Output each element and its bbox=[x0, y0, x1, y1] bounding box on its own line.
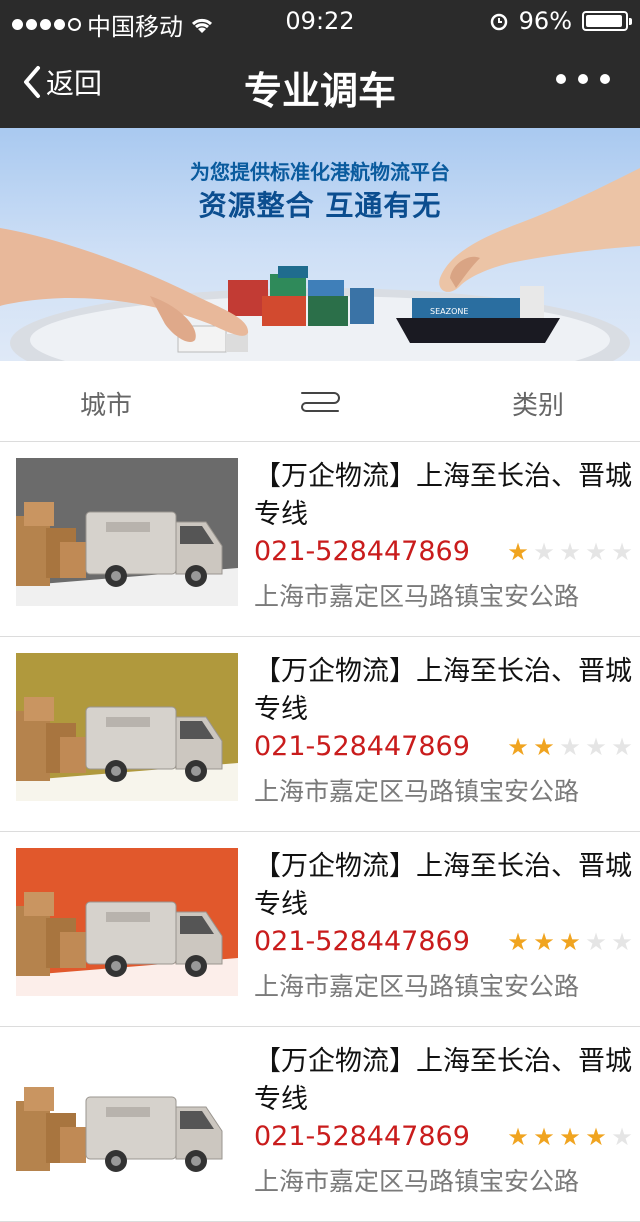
star-icon: ★ bbox=[507, 1122, 529, 1151]
star-icon: ★ bbox=[559, 927, 581, 956]
city-filter-tab[interactable]: 城市 bbox=[80, 385, 132, 422]
star-icon: ★ bbox=[533, 537, 555, 566]
banner-subtitle: 为您提供标准化港航物流平台 bbox=[190, 160, 450, 184]
star-icon: ★ bbox=[533, 1122, 555, 1151]
listing-phone[interactable]: 021-528447869 bbox=[254, 926, 470, 957]
page-title: 专业调车 bbox=[243, 69, 396, 113]
star-icon: ★ bbox=[533, 732, 555, 761]
listing-thumbnail bbox=[16, 458, 238, 606]
list-item[interactable]: 【万企物流】上海至长治、晋城专线 021-528447869 ★ ★ ★ ★ ★ 上海市… bbox=[0, 832, 640, 1027]
star-icon: ★ bbox=[507, 732, 529, 761]
star-icon: ★ bbox=[611, 537, 633, 566]
star-icon: ★ bbox=[507, 537, 529, 566]
filter-bar: 城市 类别 bbox=[0, 361, 640, 442]
rating-stars: ★ ★ ★ ★ ★ bbox=[506, 1123, 634, 1151]
promo-banner[interactable]: SEAZONE 为您提供标准化港航物流平台 资源整合 互通有无 bbox=[0, 128, 640, 361]
category-filter-tab[interactable]: 类别 bbox=[512, 385, 564, 422]
switch-icon[interactable] bbox=[298, 389, 342, 413]
more-menu-button[interactable] bbox=[556, 74, 610, 84]
star-icon: ★ bbox=[611, 1122, 633, 1151]
listing-name: 【万企物流】上海至长治、晋城专线 bbox=[254, 461, 632, 530]
list-item[interactable]: 【万企物流】上海至长治、晋城专线 021-528447869 ★ ★ ★ ★ ★ 上海市… bbox=[0, 442, 640, 637]
ship-name: SEAZONE bbox=[430, 307, 468, 316]
battery-icon bbox=[582, 11, 632, 31]
listing-name: 【万企物流】上海至长治、晋城专线 bbox=[254, 656, 632, 725]
star-icon: ★ bbox=[559, 1122, 581, 1151]
alarm-icon bbox=[490, 13, 507, 31]
listing-thumbnail bbox=[16, 653, 238, 801]
star-icon: ★ bbox=[585, 537, 607, 566]
listing-phone[interactable]: 021-528447869 bbox=[254, 731, 470, 762]
star-icon: ★ bbox=[559, 732, 581, 761]
listing-address: 上海市嘉定区马路镇宝安公路 bbox=[254, 1167, 580, 1196]
star-icon: ★ bbox=[585, 927, 607, 956]
status-bar: 中国移动 09:22 96% bbox=[0, 0, 640, 41]
rating-stars: ★ ★ ★ ★ ★ bbox=[506, 733, 634, 761]
rating-stars: ★ ★ ★ ★ ★ bbox=[506, 928, 634, 956]
rating-stars: ★ ★ ★ ★ ★ bbox=[506, 538, 634, 566]
listing-name: 【万企物流】上海至长治、晋城专线 bbox=[254, 1046, 632, 1115]
listing-thumbnail bbox=[16, 1043, 238, 1191]
listing-thumbnail bbox=[16, 848, 238, 996]
battery-percent: 96% bbox=[518, 7, 572, 35]
star-icon: ★ bbox=[533, 927, 555, 956]
listing-name: 【万企物流】上海至长治、晋城专线 bbox=[254, 851, 632, 920]
listing-address: 上海市嘉定区马路镇宝安公路 bbox=[254, 777, 580, 806]
listing-address: 上海市嘉定区马路镇宝安公路 bbox=[254, 582, 580, 611]
star-icon: ★ bbox=[507, 927, 529, 956]
listing-address: 上海市嘉定区马路镇宝安公路 bbox=[254, 972, 580, 1001]
star-icon: ★ bbox=[585, 1122, 607, 1151]
star-icon: ★ bbox=[611, 732, 633, 761]
banner-headline: 资源整合 互通有无 bbox=[198, 189, 442, 222]
star-icon: ★ bbox=[559, 537, 581, 566]
star-icon: ★ bbox=[611, 927, 633, 956]
star-icon: ★ bbox=[585, 732, 607, 761]
list-item[interactable]: 【万企物流】上海至长治、晋城专线 021-528447869 ★ ★ ★ ★ ★ 上海市… bbox=[0, 1027, 640, 1222]
listing-phone[interactable]: 021-528447869 bbox=[254, 1121, 470, 1152]
list-item[interactable]: 【万企物流】上海至长治、晋城专线 021-528447869 ★ ★ ★ ★ ★ 上海市… bbox=[0, 637, 640, 832]
nav-bar: 返回 专业调车 bbox=[0, 40, 640, 128]
listing-phone[interactable]: 021-528447869 bbox=[254, 536, 470, 567]
